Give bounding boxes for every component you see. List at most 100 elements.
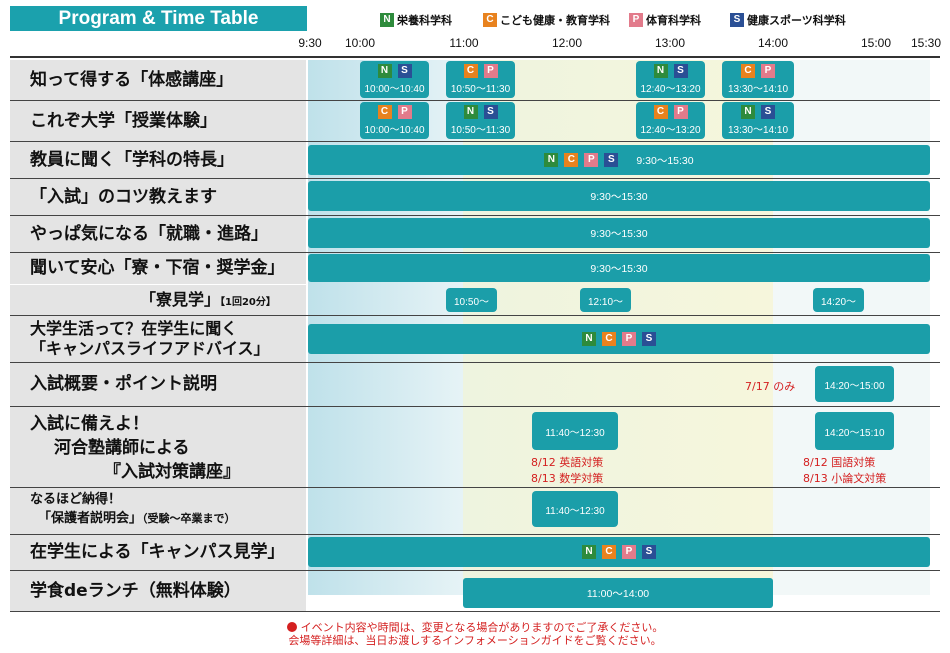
- row-divider: [10, 141, 940, 142]
- dept-badge-c: C: [602, 545, 616, 559]
- session-time: 9:30〜15:30: [590, 262, 648, 275]
- dept-badge-n: N: [582, 545, 596, 559]
- session-time: 14:20〜: [820, 296, 857, 308]
- footer-line: イベント内容や時間は、変更となる場合がありますのでご了承ください。: [0, 621, 950, 634]
- row-divider: [10, 534, 940, 535]
- dept-badge-p: P: [673, 105, 688, 119]
- dept-badge-c: C: [741, 64, 755, 78]
- time-tick: 10:00: [344, 36, 376, 50]
- session-slot[interactable]: 11:40〜12:30: [532, 491, 618, 527]
- date-note: 7/17 のみ: [745, 380, 796, 393]
- row-label-nyushi-kotsu: 「入試」のコツ教えます: [10, 179, 306, 215]
- session-bar-campus-life[interactable]: N C P S: [308, 324, 930, 354]
- row-label-kengaku: 在学生による「キャンパス見学」: [10, 535, 306, 570]
- session-slot[interactable]: NS 10:50〜11:30: [446, 102, 515, 139]
- session-slot[interactable]: 14:20〜15:00: [815, 366, 894, 402]
- row-divider: [10, 315, 940, 316]
- dept-badge-c: C: [653, 105, 668, 119]
- session-time: 14:20〜15:00: [824, 380, 885, 392]
- row-divider: [10, 252, 940, 253]
- row-divider: [10, 100, 940, 101]
- row-label-gakka: 教員に聞く「学科の特長」: [10, 142, 306, 178]
- dept-badge-p: P: [622, 332, 636, 346]
- dept-badge-c: C: [483, 13, 497, 27]
- session-time: 13:30〜14:10: [727, 125, 789, 136]
- tour-slot[interactable]: 12:10〜: [580, 288, 631, 312]
- row-divider: [10, 406, 940, 407]
- legend-label: 栄養科学科: [397, 14, 452, 27]
- time-tick: 15:00: [860, 36, 892, 50]
- row-divider: [10, 178, 940, 179]
- subject-note: 8/13 小論文対策: [803, 472, 887, 485]
- time-tick: 9:30: [298, 36, 322, 50]
- session-slot[interactable]: CP 10:00〜10:40: [360, 102, 429, 139]
- session-slot[interactable]: CP 12:40〜13:20: [636, 102, 705, 139]
- row-divider: [10, 362, 940, 363]
- session-bar-gakka[interactable]: N C P S 9:30〜15:30: [308, 145, 930, 175]
- row-label-line: 大学生活って？在学生に聞く: [30, 319, 238, 338]
- session-time: 13:30〜14:10: [727, 84, 789, 95]
- dept-badge-s: S: [604, 153, 619, 167]
- time-tick: 12:00: [551, 36, 583, 50]
- session-time: 12:10〜: [587, 296, 624, 308]
- tour-slot[interactable]: 14:20〜: [813, 288, 864, 312]
- legend-label: 体育科学科: [646, 14, 701, 27]
- row-label-taisaku: 入試に備えよ！ 河合塾講師による 『入試対策講座』: [10, 407, 306, 492]
- tour-slot[interactable]: 10:50〜: [446, 288, 497, 312]
- row-label-campus-life: 大学生活って？在学生に聞く 「キャンパスライフアドバイス」: [10, 316, 306, 365]
- dept-badge-s: S: [397, 64, 412, 78]
- row-divider: [10, 611, 940, 612]
- row-label-line: なるほど納得！: [30, 492, 122, 507]
- session-slot[interactable]: NS 12:40〜13:20: [636, 61, 705, 98]
- dept-badge-n: N: [377, 64, 392, 78]
- session-bar-nyushi-kotsu[interactable]: 9:30〜15:30: [308, 181, 930, 211]
- row-label-text: 「寮見学」: [140, 290, 221, 309]
- legend-label: こども健康・教育学科: [500, 14, 610, 27]
- subject-note: 8/12 英語対策: [531, 456, 604, 469]
- session-bar-ryo[interactable]: 9:30〜15:30: [308, 254, 930, 282]
- row-divider: [10, 570, 940, 571]
- row-label-nyushi-gaiyo: 入試概要・ポイント説明: [10, 363, 306, 406]
- dept-badge-c: C: [377, 105, 392, 119]
- page-title: Program & Time Table: [10, 6, 307, 31]
- session-bar-lunch[interactable]: 11:00〜14:00: [463, 578, 773, 608]
- session-slot[interactable]: NS 13:30〜14:10: [722, 102, 794, 139]
- footer-notice: イベント内容や時間は、変更となる場合がありますのでご了承ください。 会場等詳細は…: [0, 621, 950, 647]
- dept-badge-p: P: [622, 545, 636, 559]
- row-label-line: 河合塾講師による: [54, 438, 190, 458]
- timeline-axis: [10, 56, 940, 58]
- session-bar-shushoku[interactable]: 9:30〜15:30: [308, 218, 930, 248]
- dept-badge-s: S: [642, 545, 656, 559]
- time-tick: 14:00: [757, 36, 789, 50]
- session-slot[interactable]: NS 10:00〜10:40: [360, 61, 429, 98]
- session-time: 9:30〜15:30: [590, 190, 648, 203]
- dept-badge-p: P: [629, 13, 643, 27]
- session-bar-kengaku[interactable]: N C P S: [308, 537, 930, 567]
- row-label-line: 「キャンパスライフアドバイス」: [30, 339, 270, 358]
- session-slot[interactable]: CP 13:30〜14:10: [722, 61, 794, 98]
- legend-item-p: P 体育科学科: [629, 11, 701, 29]
- footer-line: 会場等詳細は、当日お渡しするインフォメーションガイドをご覧ください。: [288, 634, 662, 647]
- dept-badge-s: S: [730, 13, 744, 27]
- session-time: 10:50〜11:30: [450, 125, 511, 136]
- dept-badge-p: P: [483, 64, 498, 78]
- session-time: 9:30〜15:30: [636, 154, 694, 167]
- dept-badge-n: N: [544, 153, 559, 167]
- dept-badge-n: N: [380, 13, 394, 27]
- row-label-ryo: 聞いて安心「寮・下宿・奨学金」: [10, 253, 306, 284]
- session-slot[interactable]: 11:40〜12:30: [532, 412, 618, 450]
- row-divider: [10, 487, 940, 488]
- legend-item-c: C こども健康・教育学科: [483, 11, 610, 29]
- dept-badge-p: P: [761, 64, 775, 78]
- row-label-line: 入試に備えよ！: [30, 414, 149, 434]
- session-slot[interactable]: 14:20〜15:10: [815, 412, 894, 450]
- subject-note: 8/12 国語対策: [803, 456, 876, 469]
- row-label-line: 「保護者説明会」（受験〜卒業まで）: [38, 511, 236, 526]
- session-time: 10:00〜10:40: [364, 84, 425, 95]
- dept-badge-n: N: [463, 105, 478, 119]
- dept-badge-p: P: [584, 153, 599, 167]
- row-label-sub: （受験〜卒業まで）: [142, 512, 236, 525]
- row-label-taikan: 知って得する「体感講座」: [10, 60, 306, 100]
- session-slot[interactable]: CP 10:50〜11:30: [446, 61, 515, 98]
- dept-badge-n: N: [741, 105, 755, 119]
